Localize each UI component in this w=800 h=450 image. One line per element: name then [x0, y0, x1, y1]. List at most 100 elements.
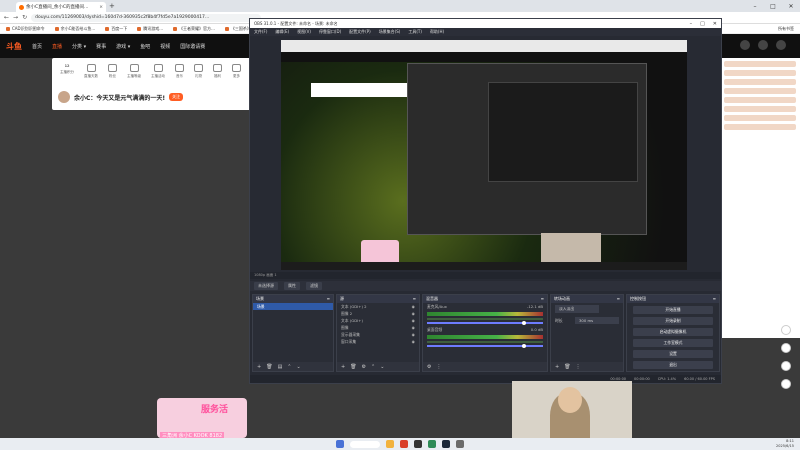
dock-menu-icon[interactable]: ≡ — [327, 296, 330, 302]
message-icon[interactable] — [758, 40, 768, 50]
duration-input[interactable]: 300 ms — [575, 317, 619, 324]
remove-scene-icon[interactable]: 🗑 — [266, 364, 272, 370]
obs-minimize-icon[interactable]: – — [690, 21, 693, 27]
dock-menu-icon[interactable]: ≡ — [617, 296, 620, 302]
bookmark-item[interactable]: 百度一下 — [105, 26, 127, 32]
visibility-icon[interactable]: ◉ — [412, 332, 415, 337]
transition-more-icon[interactable]: ⋮ — [576, 364, 581, 370]
floating-button[interactable] — [781, 379, 791, 389]
minimize-icon[interactable]: – — [746, 0, 764, 12]
nav-item[interactable]: 视频 — [160, 43, 170, 50]
quick-item[interactable]: 更多 — [232, 64, 241, 79]
volume-slider[interactable] — [427, 321, 543, 325]
quick-item[interactable]: 主播等级 — [127, 64, 141, 79]
properties-button[interactable]: 属性 — [284, 282, 300, 290]
tab-close-icon[interactable]: × — [99, 5, 103, 10]
move-down-icon[interactable]: ⌄ — [297, 364, 301, 370]
quick-item[interactable]: 粉丝 — [108, 64, 117, 79]
nav-item[interactable]: 游戏 ▾ — [116, 43, 130, 50]
menu-edit[interactable]: 编辑(E) — [275, 29, 289, 35]
steam-icon[interactable] — [442, 440, 450, 448]
reload-icon[interactable]: ↻ — [22, 14, 27, 21]
visibility-icon[interactable]: ◉ — [412, 339, 415, 344]
visibility-icon[interactable]: ◉ — [412, 311, 415, 316]
anchor-avatar[interactable] — [58, 91, 70, 103]
quick-item[interactable]: 礼物 — [194, 64, 203, 79]
quick-item[interactable]: 主播活动 — [151, 64, 165, 79]
menu-profile[interactable]: 配置文件(P) — [349, 29, 371, 35]
nav-item[interactable]: 鱼吧 — [140, 43, 150, 50]
move-down-icon[interactable]: ⌄ — [380, 364, 384, 370]
source-item[interactable]: 图像 ◉ — [337, 324, 419, 331]
app-icon[interactable] — [456, 440, 464, 448]
volume-slider[interactable] — [427, 344, 543, 348]
nav-item[interactable]: 赛事 — [96, 43, 106, 50]
virtual-camera-button[interactable]: 启动虚拟摄像机 — [633, 328, 713, 336]
douyu-logo[interactable]: 斗鱼 — [6, 41, 22, 52]
obs-close-icon[interactable]: ✕ — [713, 21, 717, 27]
bookmark-item[interactable]: CAD识别识图命令 — [6, 26, 45, 32]
quick-item[interactable]: 音乐 — [175, 64, 184, 79]
taskbar-search[interactable] — [350, 440, 380, 448]
obs-icon[interactable] — [414, 440, 422, 448]
url-field[interactable]: douyu.com/11269003/dyshid=160d7d-360935c… — [31, 13, 262, 22]
floating-button[interactable] — [781, 325, 791, 335]
bookmark-item[interactable]: 余小C能否给斗鱼... — [54, 26, 95, 32]
move-up-icon[interactable]: ⌃ — [287, 364, 291, 370]
floating-button[interactable] — [781, 361, 791, 371]
close-icon[interactable]: ✕ — [782, 0, 800, 12]
obs-preview[interactable] — [281, 40, 687, 270]
menu-docks[interactable]: 停靠窗口(D) — [319, 29, 341, 35]
source-item[interactable]: 显示器采集 ◉ — [337, 331, 419, 338]
source-item[interactable]: 文本 (GDI+) 2 ◉ — [337, 303, 419, 310]
filters-button[interactable]: 滤镜 — [306, 282, 322, 290]
source-item[interactable]: 图像 2 ◉ — [337, 310, 419, 317]
browser-icon[interactable] — [400, 440, 408, 448]
remove-transition-icon[interactable]: 🗑 — [564, 364, 570, 370]
start-streaming-button[interactable]: 开始直播 — [633, 306, 713, 314]
bookmark-item[interactable]: 《王者荣耀》官方... — [173, 26, 215, 32]
nav-item[interactable]: 国际邀请赛 — [180, 43, 205, 50]
dock-menu-icon[interactable]: ≡ — [713, 296, 716, 302]
floating-button[interactable] — [781, 343, 791, 353]
studio-mode-button[interactable]: 工作室模式 — [633, 339, 713, 347]
menu-file[interactable]: 文件(F) — [254, 29, 267, 35]
nav-item[interactable]: 首页 — [32, 43, 42, 50]
dock-menu-icon[interactable]: ≡ — [541, 296, 544, 302]
new-tab-button[interactable]: + — [109, 2, 115, 10]
dock-menu-icon[interactable]: ≡ — [413, 296, 416, 302]
quick-item[interactable]: 福利 — [213, 64, 222, 79]
back-icon[interactable]: ← — [4, 14, 9, 21]
start-icon[interactable] — [336, 440, 344, 448]
source-settings-icon[interactable]: ⚙ — [362, 364, 366, 370]
start-recording-button[interactable]: 开始录制 — [633, 317, 713, 325]
menu-tools[interactable]: 工具(T) — [408, 29, 422, 35]
browser-tab[interactable]: 余小C直播间_余小C的直播间... × — [16, 2, 106, 12]
all-bookmarks[interactable]: 所有书签 — [778, 26, 794, 32]
maximize-icon[interactable]: □ — [764, 0, 782, 12]
source-item[interactable]: 文本 (GDI+) ◉ — [337, 317, 419, 324]
menu-help[interactable]: 帮助(H) — [430, 29, 444, 35]
obs-maximize-icon[interactable]: □ — [700, 21, 705, 27]
follow-button[interactable]: 关注 — [169, 93, 184, 101]
taskbar-clock[interactable]: 8:11 2025/6/15 — [776, 439, 794, 449]
bookmark-item[interactable]: 《三国杀》 — [224, 26, 251, 32]
add-source-icon[interactable]: + — [341, 364, 345, 370]
user-avatar[interactable] — [776, 40, 786, 50]
remove-source-icon[interactable]: 🗑 — [350, 364, 356, 370]
history-icon[interactable] — [740, 40, 750, 50]
move-up-icon[interactable]: ⌃ — [371, 364, 375, 370]
source-item[interactable]: 窗口采集 ◉ — [337, 338, 419, 345]
file-explorer-icon[interactable] — [386, 440, 394, 448]
visibility-icon[interactable]: ◉ — [412, 304, 415, 309]
exit-button[interactable]: 退出 — [633, 361, 713, 369]
menu-view[interactable]: 视图(V) — [297, 29, 311, 35]
add-scene-icon[interactable]: + — [257, 364, 261, 370]
mixer-more-icon[interactable]: ⋮ — [436, 364, 441, 370]
quick-item[interactable]: 直播天数 — [84, 64, 98, 79]
nav-item[interactable]: 分类 ▾ — [72, 43, 86, 50]
bookmark-item[interactable]: 腾讯游戏... — [137, 26, 163, 32]
mixer-settings-icon[interactable]: ⚙ — [427, 364, 431, 370]
app-icon[interactable] — [428, 440, 436, 448]
nav-item[interactable]: 直播 — [52, 43, 62, 50]
